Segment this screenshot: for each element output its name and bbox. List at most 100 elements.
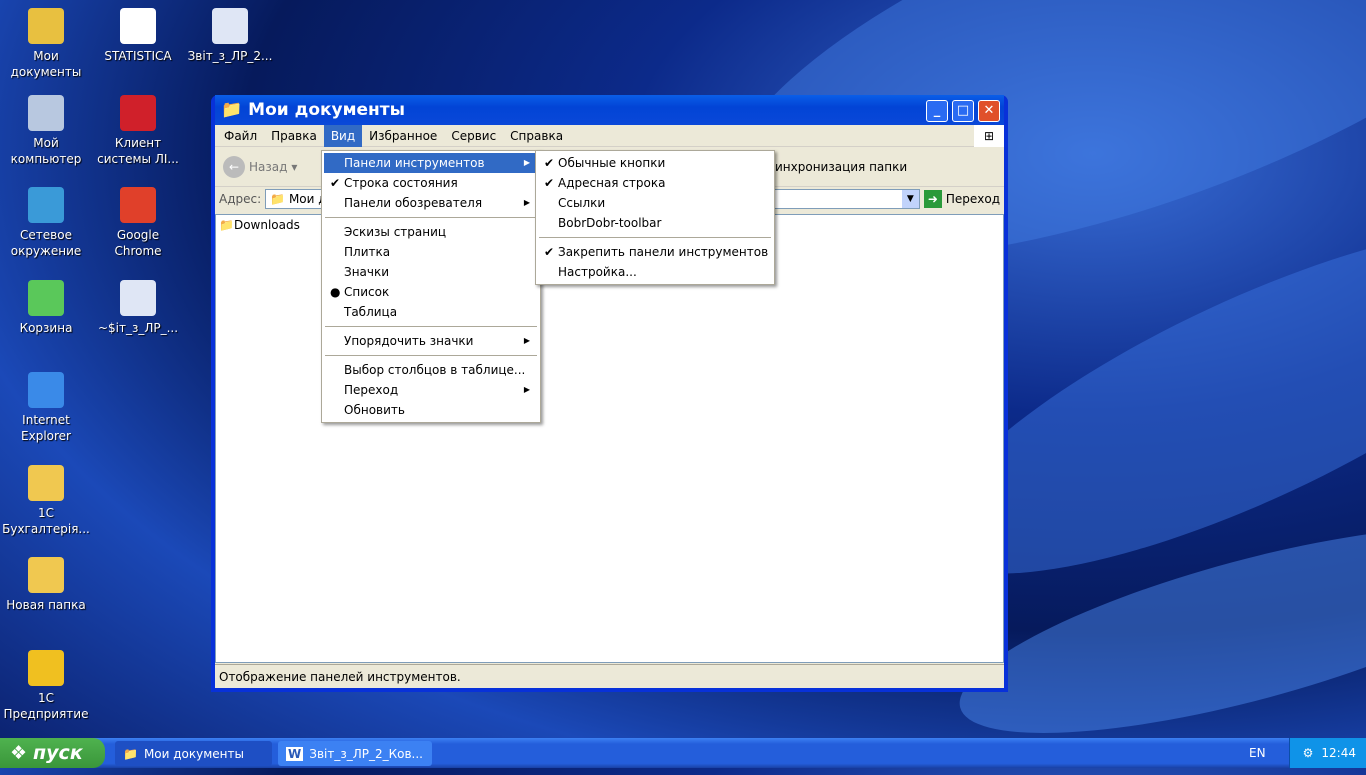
desktop-icon-label: Google Chrome <box>114 228 162 258</box>
desktop-icon-label: Звіт_з_ЛР_2... <box>187 49 273 63</box>
go-arrow-icon: ➜ <box>923 190 942 208</box>
menu-1[interactable]: Правка <box>264 125 324 147</box>
menu-item[interactable]: Таблица <box>324 302 538 322</box>
menu-item[interactable]: ✔ Адресная строка <box>538 173 772 193</box>
desktop-icon[interactable]: Мой компьютер <box>0 95 92 167</box>
menu-item[interactable]: Значки <box>324 262 538 282</box>
menu-5[interactable]: Справка <box>503 125 570 147</box>
taskbar-button-my-documents[interactable]: 📁 Мои документы <box>115 741 272 766</box>
desktop-icon[interactable]: ~$іт_з_ЛР_... <box>92 280 184 336</box>
menu-item[interactable]: Эскизы страниц <box>324 222 538 242</box>
recycle-bin-icon <box>28 280 64 316</box>
check-icon: ✔ <box>330 176 341 190</box>
desktop-icon-label: Сетевое окружение <box>10 228 82 258</box>
windows-logo-icon: ❖ <box>10 742 28 764</box>
menu-separator <box>325 355 537 356</box>
word-document-icon <box>120 280 156 316</box>
menu-item[interactable]: Выбор столбцов в таблице... <box>324 360 538 380</box>
check-icon: ✔ <box>544 176 555 190</box>
folder-icon: 📁 <box>219 218 234 232</box>
menu-item[interactable]: ● Список <box>324 282 538 302</box>
desktop-icon-label: 1С Бухгалтерія... <box>2 506 90 536</box>
submenu-arrow-icon: ▶ <box>523 158 530 167</box>
menu-item[interactable]: Настройка... <box>538 262 772 282</box>
menu-item[interactable]: Ссылки <box>538 193 772 213</box>
desktop-icon-label: Internet Explorer <box>21 413 71 443</box>
menu-separator <box>539 237 771 238</box>
check-icon: ● <box>330 285 341 299</box>
taskbar: ❖ пуск 📁 Мои документы W Звіт_з_ЛР_2_Ков...… <box>0 738 1366 768</box>
desktop-icon[interactable]: Корзина <box>0 280 92 336</box>
desktop-icon[interactable]: Новая папка <box>0 557 92 613</box>
menu-item[interactable]: ✔ Строка состояния <box>324 173 538 193</box>
desktop-icon[interactable]: Звіт_з_ЛР_2... <box>184 8 276 64</box>
desktop-icon[interactable]: Google Chrome <box>92 187 184 259</box>
menu-separator <box>325 326 537 327</box>
close-button[interactable]: ✕ <box>978 100 1000 122</box>
check-icon: ✔ <box>544 156 555 170</box>
statistica-icon <box>120 8 156 44</box>
title-bar[interactable]: 📁 Мои документы _ □ ✕ <box>215 95 1004 125</box>
desktop-icon[interactable]: Сетевое окружение <box>0 187 92 259</box>
desktop-icon-label: Клиент системы ЛІ... <box>97 136 179 166</box>
desktop-icon-label: STATISTICA <box>104 49 172 63</box>
back-arrow-icon: ← <box>223 155 245 178</box>
menu-item[interactable]: BobrDobr-toolbar <box>538 213 772 233</box>
desktop-icon[interactable]: Клиент системы ЛІ... <box>92 95 184 167</box>
menu-item[interactable]: Переход ▶ <box>324 380 538 400</box>
folder-icon <box>28 557 64 593</box>
desktop-icon-label: Новая папка <box>6 598 86 612</box>
network-icon <box>28 187 64 223</box>
start-button[interactable]: ❖ пуск <box>0 738 105 768</box>
folder-icon <box>28 465 64 501</box>
submenu-arrow-icon: ▶ <box>523 336 530 345</box>
desktop-icon[interactable]: 1С Предприятие <box>0 650 92 722</box>
menu-0[interactable]: Файл <box>217 125 264 147</box>
address-dropdown-button[interactable]: ▼ <box>901 190 919 208</box>
windows-flag-icon: ⊞ <box>973 124 1004 147</box>
tray-app-icon[interactable]: ⚙ <box>1303 746 1314 760</box>
desktop-icon[interactable]: Internet Explorer <box>0 372 92 444</box>
folder-icon: 📁 <box>123 746 138 761</box>
menu-item[interactable]: Плитка <box>324 242 538 262</box>
desktop-icon-label: Мой компьютер <box>10 136 82 166</box>
menu-item[interactable]: Панели инструментов ▶ <box>324 153 538 173</box>
desktop-icon-label: 1С Предприятие <box>3 691 89 721</box>
system-tray: ⚙ 12:44 <box>1289 738 1366 768</box>
menu-item[interactable]: ✔ Закрепить панели инструментов <box>538 242 772 262</box>
menu-separator <box>325 217 537 218</box>
desktop-icon[interactable]: Мои документы <box>0 8 92 80</box>
go-button[interactable]: ➜ Переход <box>923 190 1000 208</box>
toolbars-submenu: ✔ Обычные кнопки ✔ Адресная строка Ссылки Bob… <box>535 150 775 285</box>
back-button[interactable]: ← Назад ▾ <box>223 155 297 178</box>
menu-3[interactable]: Избранное <box>362 125 444 147</box>
folder-icon: 📁 <box>221 100 243 120</box>
my-computer-icon <box>28 95 64 131</box>
menu-2[interactable]: Вид <box>323 124 363 147</box>
menu-4[interactable]: Сервис <box>444 125 503 147</box>
desktop-icon-label: Мои документы <box>10 49 82 79</box>
sync-folder-button[interactable]: инхронизация папки <box>775 160 907 174</box>
minimize-button[interactable]: _ <box>926 100 948 122</box>
taskbar-button-word[interactable]: W Звіт_з_ЛР_2_Ков... <box>278 741 432 766</box>
menu-item[interactable]: Упорядочить значки ▶ <box>324 331 538 351</box>
desktop-icon[interactable]: 1С Бухгалтерія... <box>0 465 92 537</box>
submenu-arrow-icon: ▶ <box>523 385 530 394</box>
menu-item[interactable]: Панели обозревателя ▶ <box>324 193 538 213</box>
1c-icon <box>28 650 64 686</box>
my-documents-icon <box>28 8 64 44</box>
window-title: Мои документы <box>248 100 406 120</box>
view-menu: Панели инструментов ▶ ✔ Строка состояния Пан… <box>321 150 541 423</box>
internet-explorer-icon <box>28 372 64 408</box>
menu-item[interactable]: ✔ Обычные кнопки <box>538 153 772 173</box>
desktop-icon[interactable]: STATISTICA <box>92 8 184 64</box>
word-icon: W <box>286 746 304 761</box>
check-icon: ✔ <box>544 245 555 259</box>
clock: 12:44 <box>1321 746 1356 760</box>
client-app-icon <box>120 95 156 131</box>
status-bar: Отображение панелей инструментов. <box>215 664 1004 688</box>
chrome-icon <box>120 187 156 223</box>
maximize-button[interactable]: □ <box>952 100 974 122</box>
menu-item[interactable]: Обновить <box>324 400 538 420</box>
language-indicator[interactable]: EN <box>1249 746 1266 760</box>
